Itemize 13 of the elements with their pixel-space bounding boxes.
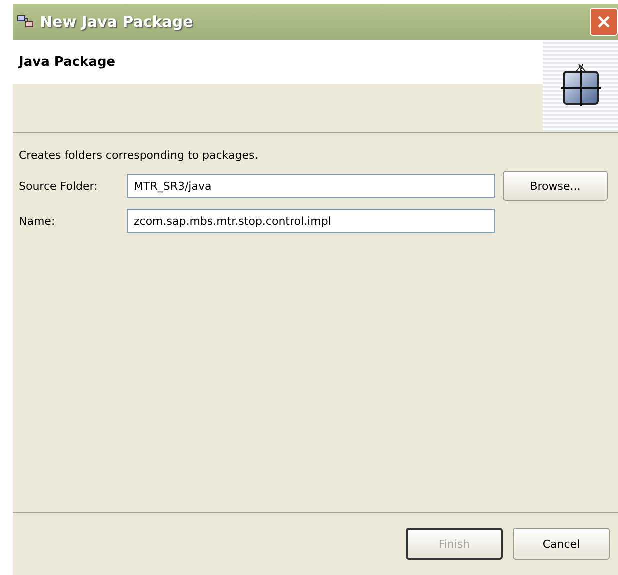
page-title: Java Package bbox=[19, 54, 116, 70]
close-icon bbox=[597, 15, 611, 29]
window-title: New Java Package bbox=[40, 13, 194, 31]
field-label: Name: bbox=[19, 214, 56, 228]
window-icon bbox=[17, 14, 35, 30]
input-field[interactable]: zcom.sap.mbs.mtr.stop.control.impl bbox=[127, 209, 495, 233]
browse-button[interactable]: Browse... bbox=[503, 171, 608, 201]
dialog-button[interactable]: Cancel bbox=[513, 528, 610, 560]
gift-icon bbox=[560, 62, 602, 106]
field-label: Source Folder: bbox=[19, 180, 99, 192]
input-field[interactable]: MTR_SR3/java bbox=[127, 174, 495, 198]
description-text: Creates folders corresponding to packages. bbox=[19, 149, 260, 162]
close-button[interactable] bbox=[590, 8, 618, 36]
